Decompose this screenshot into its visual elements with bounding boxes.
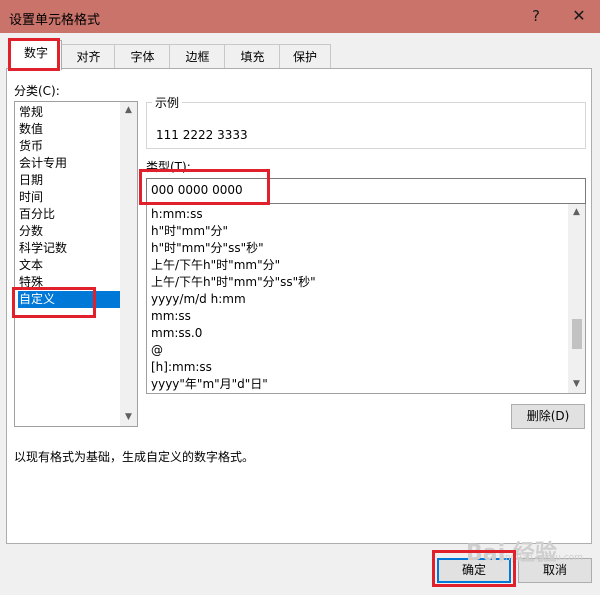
tab-fill[interactable]: 填充 [224, 44, 281, 69]
sample-value: 111 2222 3333 [156, 128, 248, 142]
scroll-thumb[interactable] [572, 319, 582, 349]
help-button[interactable]: ? [522, 4, 550, 28]
type-label: 类型(T): [146, 160, 191, 174]
category-item[interactable]: 百分比 [19, 206, 119, 223]
category-item[interactable]: 会计专用 [19, 155, 119, 172]
format-item[interactable]: mm:ss [151, 308, 191, 325]
type-field[interactable] [146, 178, 586, 204]
category-item[interactable]: 货币 [19, 138, 119, 155]
category-item[interactable]: 特殊 [19, 274, 119, 291]
tab-alignment[interactable]: 对齐 [61, 44, 116, 69]
format-item[interactable]: mm:ss.0 [151, 325, 202, 342]
tab-bar: 数字 对齐 字体 边框 填充 保护 [0, 40, 600, 70]
category-item[interactable]: 常规 [19, 104, 119, 121]
type-input[interactable] [151, 183, 551, 197]
scroll-up-arrow-icon[interactable]: ▲ [120, 102, 137, 119]
category-item[interactable]: 日期 [19, 172, 119, 189]
format-item[interactable]: h"时"mm"分"ss"秒" [151, 240, 264, 257]
format-item[interactable]: h"时"mm"分" [151, 223, 228, 240]
category-item[interactable]: 时间 [19, 189, 119, 206]
description-text: 以现有格式为基础，生成自定义的数字格式。 [14, 450, 255, 464]
format-item[interactable]: yyyy"年"m"月"d"日" [151, 376, 268, 393]
format-scrollbar[interactable]: ▲ ▼ [568, 204, 585, 393]
category-scrollbar[interactable]: ▲ ▼ [120, 102, 137, 426]
title-bar: 设置单元格格式 ? ✕ [0, 0, 600, 33]
sample-group-label: 示例 [152, 94, 183, 111]
category-item[interactable]: 分数 [19, 223, 119, 240]
format-item[interactable]: yyyy/m/d h:mm [151, 291, 246, 308]
scroll-up-arrow-icon[interactable]: ▲ [568, 204, 585, 221]
tab-protection[interactable]: 保护 [279, 44, 331, 69]
scroll-down-arrow-icon[interactable]: ▼ [120, 409, 137, 426]
category-item-selected[interactable]: 自定义 [18, 291, 121, 308]
scroll-down-arrow-icon[interactable]: ▼ [568, 376, 585, 393]
format-item[interactable]: h:mm:ss [151, 206, 203, 223]
close-button[interactable]: ✕ [565, 4, 593, 28]
category-item[interactable]: 文本 [19, 257, 119, 274]
format-item[interactable]: @ [151, 342, 163, 359]
format-list[interactable]: h:mm:ss h"时"mm"分" h"时"mm"分"ss"秒" 上午/下午h"… [146, 204, 586, 394]
watermark-url: jingyan.baidu.com [500, 553, 584, 563]
format-item[interactable]: [h]:mm:ss [151, 359, 212, 376]
tab-number[interactable]: 数字 [10, 40, 62, 70]
category-list[interactable]: 常规 数值 货币 会计专用 日期 时间 百分比 分数 科学记数 文本 特殊 自定… [14, 101, 138, 427]
delete-button[interactable]: 删除(D) [511, 404, 585, 429]
category-item[interactable]: 数值 [19, 121, 119, 138]
format-item[interactable]: 上午/下午h"时"mm"分"ss"秒" [151, 274, 316, 291]
category-item[interactable]: 科学记数 [19, 240, 119, 257]
category-label: 分类(C): [14, 84, 60, 98]
window-title: 设置单元格格式 [9, 13, 101, 28]
tab-font[interactable]: 字体 [114, 44, 171, 69]
format-item[interactable]: 上午/下午h"时"mm"分" [151, 257, 280, 274]
tab-border[interactable]: 边框 [169, 44, 226, 69]
